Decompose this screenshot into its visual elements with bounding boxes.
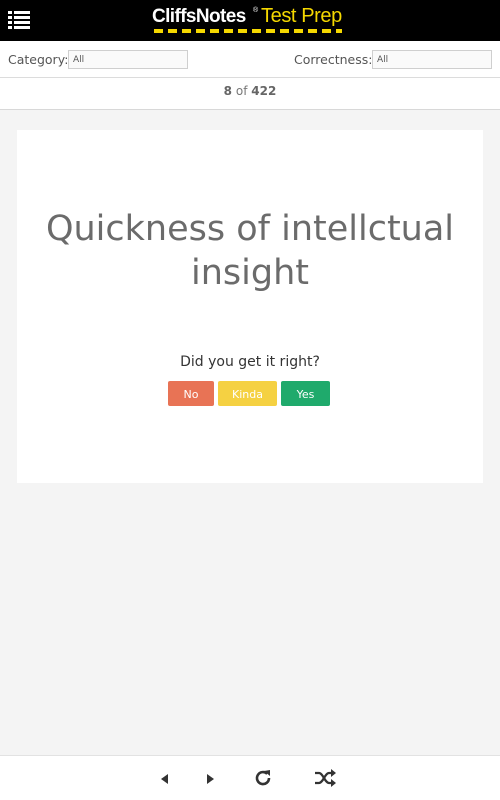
counter-total: 422 <box>251 84 277 98</box>
counter-current: 8 <box>223 84 233 98</box>
menu-icon[interactable] <box>8 10 30 30</box>
counter-of: of <box>235 84 248 98</box>
correctness-select[interactable]: All <box>372 50 492 69</box>
refresh-icon[interactable] <box>253 768 273 792</box>
shuffle-icon[interactable] <box>314 768 336 792</box>
correctness-label: Correctness: <box>294 52 373 67</box>
card-counter: 8 of 422 <box>0 78 500 110</box>
brand-registered-mark: ® <box>253 7 259 14</box>
flashcard[interactable]: Quickness of intellctual insight Did you… <box>17 130 483 483</box>
previous-icon[interactable] <box>158 771 172 790</box>
kinda-button[interactable]: Kinda <box>218 381 277 406</box>
self-assessment-question: Did you get it right? <box>180 354 320 370</box>
no-button[interactable]: No <box>168 381 214 406</box>
category-select[interactable]: All <box>68 50 188 69</box>
app: CliffsNotes ® Test Prep Category: All Co… <box>0 0 500 800</box>
brand-main-text: CliffsNotes <box>152 6 246 27</box>
brand-sub-text: Test Prep <box>261 5 342 27</box>
filter-bar: Category: All Correctness: All <box>0 41 500 78</box>
yes-button[interactable]: Yes <box>281 381 330 406</box>
brand-logo: CliffsNotes ® Test Prep <box>152 4 352 36</box>
header: CliffsNotes ® Test Prep <box>0 0 500 41</box>
brand-stripe <box>154 29 342 33</box>
next-icon[interactable] <box>203 771 217 790</box>
category-label: Category: <box>8 52 69 67</box>
bottom-toolbar <box>0 755 500 800</box>
flashcard-term: Quickness of intellctual insight <box>45 209 455 293</box>
